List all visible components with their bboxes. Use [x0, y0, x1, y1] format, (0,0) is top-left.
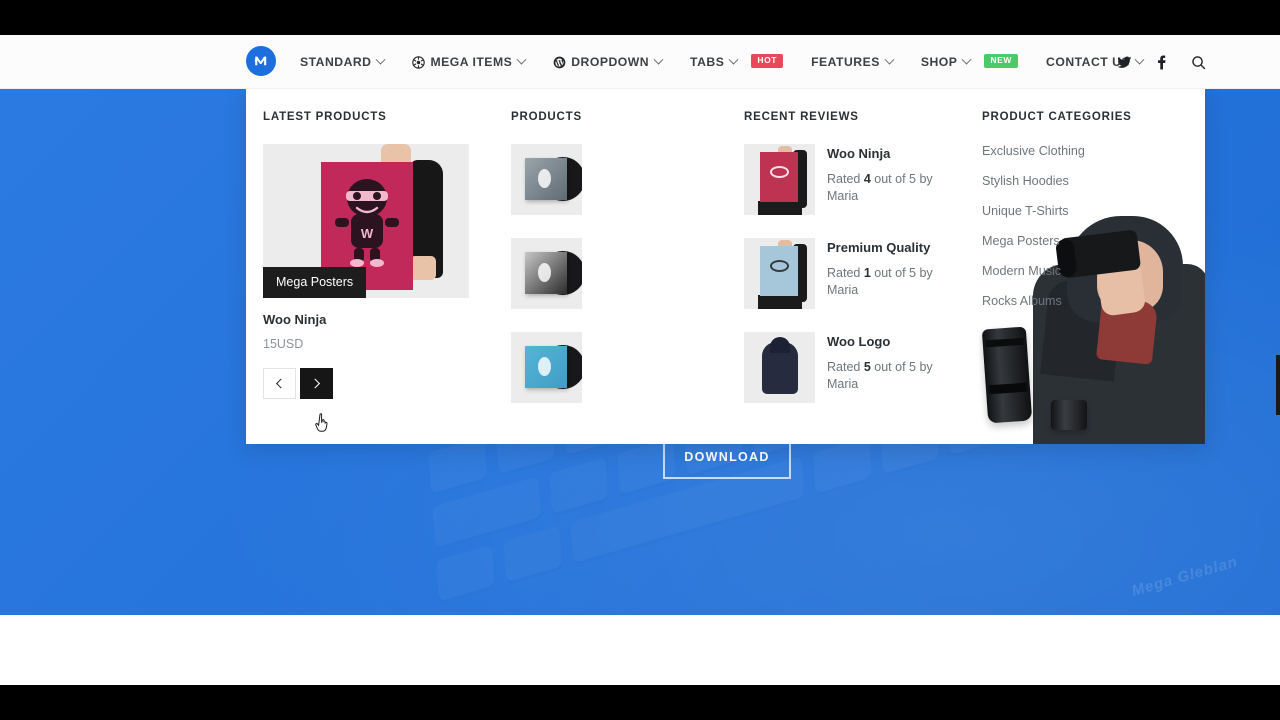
nav-item-standard[interactable]: STANDARD [296, 35, 398, 89]
category-item-stylish-hoodies[interactable]: Stylish Hoodies [982, 174, 1205, 188]
rating-mid: out of [870, 265, 910, 280]
product-list-item[interactable] [511, 144, 742, 215]
header-actions [1117, 35, 1206, 89]
twitter-icon[interactable] [1117, 55, 1132, 70]
rating-value: 5 [863, 359, 871, 374]
review-rating-text: Rated 4 out of 5 by Maria [827, 171, 945, 207]
site-header: STANDARD MEGA ITEMS DROPDOWN TABS HOT FE… [0, 35, 1280, 89]
review-list-item[interactable]: Woo Logo Rated 5 out of 5 by Maria [744, 332, 982, 403]
web-page: Mega Gleblan DOWNLOAD STANDARD MEGA ITEM… [0, 35, 1280, 685]
slider-next-button[interactable] [300, 368, 333, 399]
column-title-products: PRODUCTS [511, 111, 582, 123]
rating-value: 1 [863, 265, 871, 280]
chevron-down-icon [961, 54, 972, 65]
chevron-right-icon [310, 378, 321, 389]
rating-mid: out of [870, 359, 910, 374]
mega-menu-panel: LATEST PRODUCTS W Mega Posters Woo Ninja… [246, 85, 1205, 444]
review-rating-text: Rated 5 out of 5 by Maria [827, 359, 945, 395]
screen: Mega Gleblan DOWNLOAD STANDARD MEGA ITEM… [0, 0, 1280, 720]
nav-label: SHOP [920, 55, 958, 69]
telephoto-lens-image [981, 326, 1033, 424]
review-list-item[interactable]: Premium Quality Rated 1 out of 5 by Mari… [744, 238, 982, 309]
nav-item-mega-items[interactable]: MEGA ITEMS [398, 35, 539, 89]
prime-lens-image [1051, 400, 1087, 430]
hand-lower-decoration [410, 256, 436, 280]
nav-item-features[interactable]: FEATURES [797, 35, 907, 89]
wordpress-icon [553, 56, 566, 69]
rating-prefix: Rated [827, 171, 864, 186]
rating-max: 5 [909, 171, 916, 186]
review-thumbnail [744, 332, 815, 403]
category-item-modern-music[interactable]: Modern Music [982, 264, 1205, 278]
rating-max: 5 [909, 265, 916, 280]
review-thumbnail [744, 144, 815, 215]
review-product-name: Woo Logo [827, 334, 891, 349]
category-item-mega-posters[interactable]: Mega Posters [982, 234, 1205, 248]
product-thumbnail [511, 332, 582, 403]
chevron-down-icon [653, 54, 664, 65]
category-item-rocks-albums[interactable]: Rocks Albums [982, 294, 1205, 308]
review-thumbnail [744, 238, 815, 309]
search-icon[interactable] [1191, 55, 1206, 70]
column-latest-products: LATEST PRODUCTS W Mega Posters Woo Ninja… [246, 85, 504, 444]
slider-prev-button[interactable] [263, 368, 296, 399]
logo-m-icon [254, 56, 267, 66]
product-category-tag: Mega Posters [263, 267, 367, 298]
column-title-product-categories: PRODUCT CATEGORIES [982, 111, 1132, 123]
letterbox-top [0, 0, 1280, 35]
svg-text:W: W [361, 226, 374, 241]
chevron-down-icon [728, 54, 739, 65]
nav-item-dropdown[interactable]: DROPDOWN [539, 35, 676, 89]
slider-navigation [263, 368, 504, 399]
latest-product-image[interactable]: W Mega Posters [263, 144, 469, 298]
nav-label: STANDARD [300, 55, 372, 69]
column-products: PRODUCTS [504, 85, 742, 444]
review-product-name: Premium Quality [827, 240, 931, 255]
latest-product-price: 15USD [263, 337, 304, 351]
review-list-item[interactable]: Woo Ninja Rated 4 out of 5 by Maria [744, 144, 982, 215]
product-thumbnail [511, 238, 582, 309]
rating-prefix: Rated [827, 359, 864, 374]
rating-max: 5 [909, 359, 916, 374]
chevron-left-icon [275, 378, 286, 389]
column-product-categories: PRODUCT CATEGORIES Exclusive Clothing St… [979, 85, 1205, 444]
puzzle-icon [412, 55, 426, 69]
nav-label: FEATURES [811, 55, 880, 69]
nav-item-tabs[interactable]: TABS HOT [676, 35, 797, 89]
product-list-item[interactable] [511, 332, 742, 403]
column-recent-reviews: RECENT REVIEWS Woo Ninja Rated 4 out of … [742, 85, 982, 444]
chevron-down-icon [516, 54, 527, 65]
chevron-down-icon [376, 54, 386, 65]
latest-product-title[interactable]: Woo Ninja [263, 312, 504, 327]
chevron-down-icon [884, 54, 895, 65]
badge-new: NEW [984, 54, 1019, 68]
category-item-unique-t-shirts[interactable]: Unique T-Shirts [982, 204, 1205, 218]
nav-item-shop[interactable]: SHOP NEW [907, 35, 1032, 89]
letterbox-bottom [0, 685, 1280, 720]
rating-mid: out of [870, 171, 910, 186]
nav-label: TABS [690, 55, 725, 69]
column-title-recent-reviews: RECENT REVIEWS [744, 111, 859, 123]
category-item-exclusive-clothing[interactable]: Exclusive Clothing [982, 144, 1205, 158]
main-navigation: STANDARD MEGA ITEMS DROPDOWN TABS HOT FE… [296, 35, 1157, 89]
review-rating-text: Rated 1 out of 5 by Maria [827, 265, 945, 301]
product-thumbnail [511, 144, 582, 215]
photographer-image [979, 182, 1205, 444]
rating-prefix: Rated [827, 265, 864, 280]
column-title-latest-products: LATEST PRODUCTS [263, 111, 387, 123]
scrollbar-thumb[interactable] [1276, 355, 1280, 415]
badge-hot: HOT [751, 54, 784, 68]
rating-value: 4 [863, 171, 871, 186]
product-list-item[interactable] [511, 238, 742, 309]
nav-label: MEGA ITEMS [430, 55, 513, 69]
review-product-name: Woo Ninja [827, 146, 891, 161]
product-price [594, 156, 598, 170]
facebook-icon[interactable] [1154, 54, 1169, 70]
site-logo[interactable] [246, 46, 276, 76]
nav-label: DROPDOWN [571, 55, 650, 69]
page-bottom-strip [0, 615, 1280, 685]
